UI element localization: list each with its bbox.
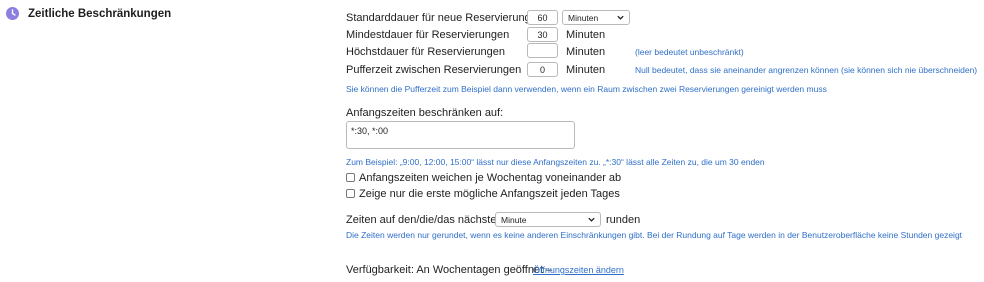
min-duration-label: Mindestdauer für Reservierungen xyxy=(346,29,510,41)
availability-text: Verfügbarkeit: An Wochentagen geöffnet – xyxy=(346,264,553,276)
default-duration-unit-value: Minuten xyxy=(568,12,599,23)
rounding-suffix: runden xyxy=(606,214,641,226)
first-start-time-checkbox[interactable] xyxy=(346,189,355,198)
default-duration-label: Standarddauer für neue Reservierungen xyxy=(346,12,543,24)
default-duration-unit-select[interactable]: Minuten xyxy=(562,10,630,25)
chevron-down-icon xyxy=(588,217,595,222)
buffer-time-hint: Null bedeutet, dass sie aneinander angre… xyxy=(635,65,978,75)
rounding-hint: Die Zeiten werden nur gerundet, wenn es … xyxy=(346,230,963,240)
buffer-time-label: Pufferzeit zwischen Reservierungen xyxy=(346,64,522,76)
clock-icon xyxy=(6,7,19,20)
section-title: Zeitliche Beschränkungen xyxy=(28,7,172,20)
rounding-unit-select[interactable]: Minute xyxy=(495,212,601,227)
chevron-down-icon xyxy=(617,15,624,20)
max-duration-unit: Minuten xyxy=(566,46,606,58)
max-duration-hint: (leer bedeutet unbeschränkt) xyxy=(635,47,744,57)
rounding-unit-value: Minute xyxy=(501,214,527,225)
weekday-start-times-checkbox[interactable] xyxy=(346,173,355,182)
buffer-time-input[interactable] xyxy=(527,62,558,77)
min-duration-unit: Minuten xyxy=(566,29,606,41)
start-times-label: Anfangszeiten beschränken auf: xyxy=(346,107,504,119)
first-start-time-label: Zeige nur die erste mögliche Anfangszeit… xyxy=(359,188,620,200)
weekday-start-times-label: Anfangszeiten weichen je Wochentag vonei… xyxy=(359,172,622,184)
opening-hours-link[interactable]: Öffnungszeiten ändern xyxy=(533,265,624,275)
section-header: Zeitliche Beschränkungen xyxy=(6,7,171,20)
max-duration-label: Höchstdauer für Reservierungen xyxy=(346,46,505,58)
start-times-hint: Zum Beispiel: „9:00, 12:00, 15:00“ lässt… xyxy=(346,157,765,167)
buffer-time-unit: Minuten xyxy=(566,64,606,76)
start-times-textarea[interactable]: *:30, *:00 xyxy=(346,121,575,149)
rounding-prefix: Zeiten auf den/die/das nächste(n) xyxy=(346,214,510,226)
default-duration-input[interactable] xyxy=(527,10,558,25)
max-duration-input[interactable] xyxy=(527,43,558,58)
min-duration-input[interactable] xyxy=(527,27,558,42)
buffer-note: Sie können die Pufferzeit zum Beispiel d… xyxy=(346,84,827,94)
